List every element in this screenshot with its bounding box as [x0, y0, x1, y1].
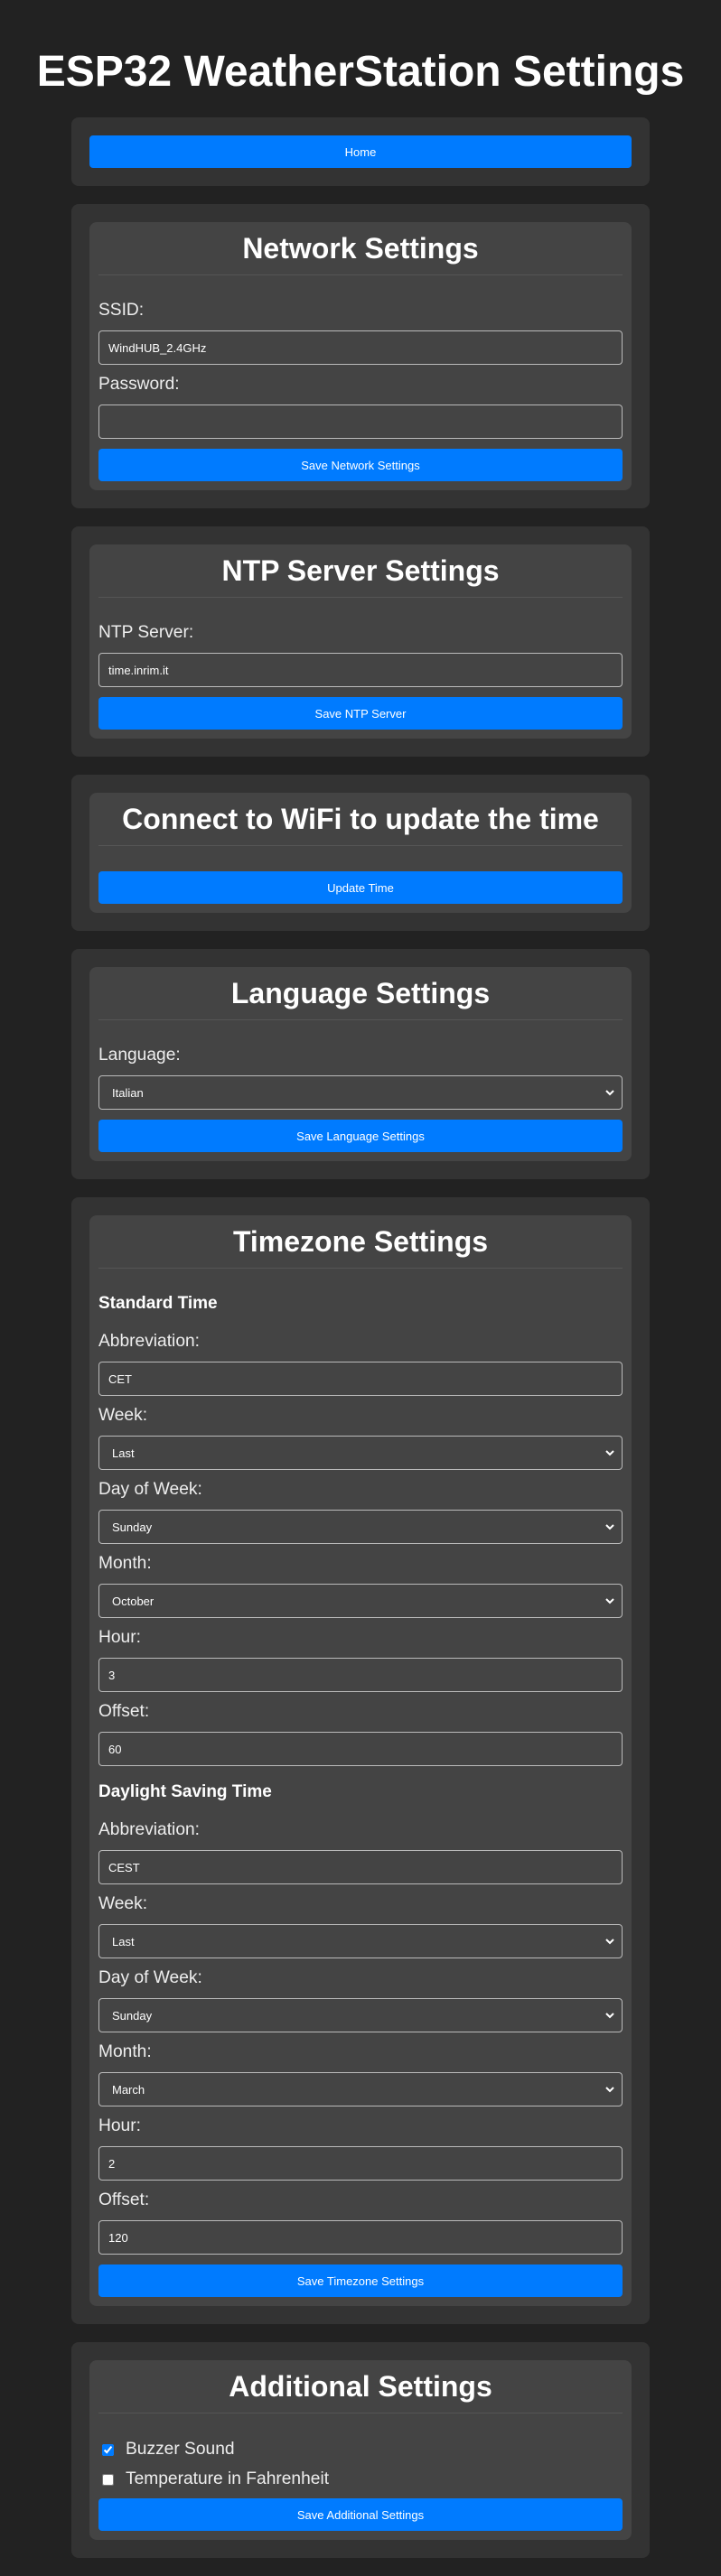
standard-heading: Standard Time	[98, 1294, 218, 1313]
standard-hour-input[interactable]	[98, 1658, 623, 1692]
language-label: Language:	[98, 1046, 181, 1065]
ssid-input[interactable]	[98, 330, 623, 365]
language-select[interactable]: Italian	[98, 1075, 623, 1110]
save-ntp-button[interactable]: Save NTP Server	[98, 697, 623, 730]
password-input[interactable]	[98, 405, 623, 439]
standard-month-select[interactable]: October	[98, 1584, 623, 1618]
dst-offset-label: Offset:	[98, 2190, 150, 2209]
buzzer-label: Buzzer Sound	[126, 2440, 235, 2459]
dst-dow-select[interactable]: Sunday	[98, 1998, 623, 2032]
dst-hour-label: Hour:	[98, 2116, 141, 2135]
time-update-section: Connect to WiFi to update the time Updat…	[71, 775, 650, 931]
dst-abbr-label: Abbreviation:	[98, 1820, 200, 1839]
network-card: Network Settings SSID: Password: Save Ne…	[89, 222, 632, 490]
dst-month-select[interactable]: March	[98, 2072, 623, 2106]
fahrenheit-checkbox[interactable]	[102, 2473, 114, 2486]
timezone-card: Timezone Settings Standard Time Abbrevia…	[89, 1215, 632, 2306]
timezone-title: Timezone Settings	[98, 1224, 623, 1269]
network-title: Network Settings	[98, 231, 623, 275]
dst-week-label: Week:	[98, 1894, 148, 1913]
ntp-card: NTP Server Settings NTP Server: Save NTP…	[89, 544, 632, 739]
dst-hour-input[interactable]	[98, 2146, 623, 2181]
ntp-title: NTP Server Settings	[98, 553, 623, 598]
additional-section: Additional Settings Buzzer Sound Tempera…	[71, 2342, 650, 2558]
home-button[interactable]: Home	[89, 135, 632, 168]
additional-card: Additional Settings Buzzer Sound Tempera…	[89, 2360, 632, 2540]
dst-heading: Daylight Saving Time	[98, 1782, 272, 1801]
timezone-section: Timezone Settings Standard Time Abbrevia…	[71, 1197, 650, 2324]
dst-dow-label: Day of Week:	[98, 1968, 202, 1987]
home-section: Home	[71, 117, 650, 186]
time-update-card: Connect to WiFi to update the time Updat…	[89, 793, 632, 913]
buzzer-checkbox-row[interactable]: Buzzer Sound	[98, 2439, 623, 2460]
additional-title: Additional Settings	[98, 2369, 623, 2413]
update-time-button[interactable]: Update Time	[98, 871, 623, 904]
standard-week-label: Week:	[98, 1406, 148, 1425]
fahrenheit-checkbox-row[interactable]: Temperature in Fahrenheit	[98, 2469, 623, 2490]
dst-abbr-input[interactable]	[98, 1850, 623, 1884]
standard-abbr-label: Abbreviation:	[98, 1332, 200, 1351]
dst-offset-input[interactable]	[98, 2220, 623, 2255]
standard-offset-label: Offset:	[98, 1702, 150, 1721]
save-timezone-button[interactable]: Save Timezone Settings	[98, 2264, 623, 2297]
page-title: ESP32 WeatherStation Settings	[36, 48, 685, 96]
password-label: Password:	[98, 375, 180, 394]
language-card: Language Settings Language: Italian Save…	[89, 967, 632, 1161]
network-section: Network Settings SSID: Password: Save Ne…	[71, 204, 650, 508]
ntp-section: NTP Server Settings NTP Server: Save NTP…	[71, 526, 650, 757]
standard-hour-label: Hour:	[98, 1628, 141, 1647]
standard-dow-label: Day of Week:	[98, 1480, 202, 1499]
save-network-button[interactable]: Save Network Settings	[98, 449, 623, 481]
standard-dow-select[interactable]: Sunday	[98, 1510, 623, 1544]
ntp-server-input[interactable]	[98, 653, 623, 687]
standard-abbr-input[interactable]	[98, 1362, 623, 1396]
dst-week-select[interactable]: Last	[98, 1924, 623, 1958]
language-title: Language Settings	[98, 976, 623, 1020]
save-language-button[interactable]: Save Language Settings	[98, 1120, 623, 1152]
language-section: Language Settings Language: Italian Save…	[71, 949, 650, 1179]
ssid-label: SSID:	[98, 301, 145, 320]
standard-week-select[interactable]: Last	[98, 1436, 623, 1470]
standard-month-label: Month:	[98, 1554, 152, 1573]
dst-month-label: Month:	[98, 2042, 152, 2061]
buzzer-checkbox[interactable]	[102, 2443, 114, 2456]
ntp-server-label: NTP Server:	[98, 623, 194, 642]
fahrenheit-label: Temperature in Fahrenheit	[126, 2469, 330, 2488]
time-update-title: Connect to WiFi to update the time	[98, 802, 623, 846]
save-additional-button[interactable]: Save Additional Settings	[98, 2498, 623, 2531]
standard-offset-input[interactable]	[98, 1732, 623, 1766]
